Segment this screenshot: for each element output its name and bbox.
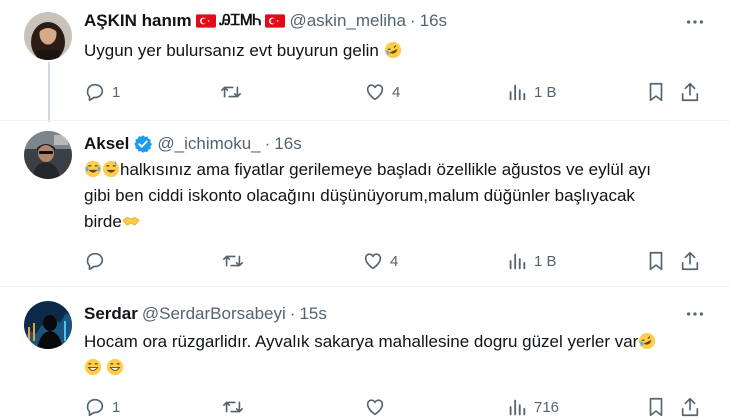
views-button[interactable]: 1 B bbox=[506, 80, 557, 104]
rofl-emoji-icon bbox=[639, 332, 656, 350]
share-button[interactable] bbox=[679, 80, 701, 104]
share-button[interactable] bbox=[679, 395, 701, 419]
user-handle[interactable]: @askin_meliha bbox=[289, 10, 405, 32]
tweet-text: halkısınız ama fiyatlar gerilemeye başla… bbox=[84, 157, 706, 235]
like-button[interactable] bbox=[364, 395, 392, 419]
grinning-sweat-emoji-icon bbox=[102, 160, 120, 178]
separator-dot: · bbox=[264, 134, 271, 153]
timestamp[interactable]: 16s bbox=[420, 10, 447, 32]
tweet-text-content: Uygun yer bulursanız evt buyurun gelin bbox=[84, 41, 379, 60]
avatar[interactable] bbox=[24, 301, 72, 349]
grinning-emoji-icon bbox=[106, 358, 124, 376]
more-icon[interactable] bbox=[684, 303, 706, 325]
display-name-extra: ᎯᏆᎷᏂ bbox=[219, 12, 262, 29]
reply-count: 1 bbox=[112, 83, 121, 101]
separator-dot: · bbox=[409, 11, 416, 30]
retweet-icon bbox=[221, 86, 241, 98]
like-count: 4 bbox=[392, 83, 401, 101]
joy-emoji-icon bbox=[84, 160, 102, 178]
like-count: 4 bbox=[390, 252, 399, 270]
tweet-text-line: gibi ben ciddi iskonto olacağını düşünüy… bbox=[84, 186, 635, 205]
retweet-button[interactable] bbox=[220, 80, 248, 104]
views-button[interactable]: 1 B bbox=[506, 249, 557, 273]
display-name[interactable]: Serdar bbox=[84, 303, 138, 325]
tweet-text-line: halkısınız ama fiyatlar gerilemeye başla… bbox=[84, 157, 706, 183]
tweet-text-content: halkısınız ama fiyatlar gerilemeye başla… bbox=[120, 160, 652, 179]
bookmark-button[interactable] bbox=[645, 249, 667, 273]
reply-button[interactable] bbox=[84, 249, 112, 273]
grinning-emoji-icon bbox=[84, 358, 102, 376]
tweet-3[interactable]: Serdar @SerdarBorsabeyi · 15s Hocam ora … bbox=[0, 287, 730, 420]
tweet-header: AŞKIN hanım ᎯᏆᎷᏂ @askin_meliha · 16s bbox=[84, 10, 447, 32]
tweet-actions: 1 716 bbox=[84, 395, 710, 419]
heart-icon bbox=[366, 399, 384, 416]
views-count: 1 B bbox=[534, 252, 557, 270]
timestamp[interactable]: 15s bbox=[299, 303, 326, 325]
like-button[interactable]: 4 bbox=[362, 249, 398, 273]
tweet-header: Aksel @_ichimoku_ · 16s bbox=[84, 133, 302, 155]
like-button[interactable]: 4 bbox=[364, 80, 400, 104]
tweet-header: Serdar @SerdarBorsabeyi · 15s bbox=[84, 303, 327, 325]
heart-icon bbox=[364, 253, 382, 270]
views-count: 716 bbox=[534, 398, 560, 416]
retweet-icon bbox=[223, 255, 243, 267]
verified-badge-icon bbox=[134, 135, 153, 153]
reply-icon bbox=[86, 83, 104, 102]
tweet-text: Hocam ora rüzgarlidır. Ayvalık sakarya m… bbox=[84, 329, 706, 381]
avatar[interactable] bbox=[24, 131, 72, 179]
timestamp[interactable]: 16s bbox=[274, 133, 301, 155]
turkey-flag-icon bbox=[265, 14, 286, 28]
display-name[interactable]: Aksel bbox=[84, 133, 129, 155]
share-icon bbox=[681, 251, 699, 271]
bookmark-button[interactable] bbox=[645, 80, 667, 104]
rofl-emoji-icon bbox=[384, 41, 401, 59]
reply-count: 1 bbox=[112, 398, 121, 416]
tweet-text-line bbox=[84, 355, 706, 381]
reply-icon bbox=[86, 398, 104, 417]
tweet-text-line: Hocam ora rüzgarlidır. Ayvalık sakarya m… bbox=[84, 329, 706, 355]
display-name[interactable]: AŞKIN hanım bbox=[84, 10, 192, 32]
retweet-button[interactable] bbox=[222, 395, 250, 419]
views-icon bbox=[509, 253, 526, 270]
views-count: 1 B bbox=[534, 83, 557, 101]
reply-icon bbox=[86, 252, 104, 271]
reply-button[interactable]: 1 bbox=[84, 395, 120, 419]
tweet-text-content: Hocam ora rüzgarlidır. Ayvalık sakarya m… bbox=[84, 332, 639, 351]
bookmark-button[interactable] bbox=[645, 395, 667, 419]
thread-line bbox=[48, 62, 50, 122]
share-icon bbox=[681, 82, 699, 102]
tweet-1[interactable]: AŞKIN hanım ᎯᏆᎷᏂ @askin_meliha · 16s Uyg… bbox=[0, 0, 730, 122]
turkey-flag-icon bbox=[195, 14, 216, 28]
views-icon bbox=[509, 84, 526, 101]
views-button[interactable]: 716 bbox=[506, 395, 559, 419]
more-icon[interactable] bbox=[684, 11, 706, 33]
retweet-button[interactable] bbox=[222, 249, 250, 273]
user-handle[interactable]: @SerdarBorsabeyi bbox=[142, 303, 286, 325]
tweet-text-content: birde bbox=[84, 212, 122, 231]
handshake-emoji-icon bbox=[122, 216, 140, 226]
share-icon bbox=[681, 397, 699, 417]
avatar[interactable] bbox=[24, 12, 72, 60]
tweet-text-line: birde bbox=[84, 209, 706, 235]
bookmark-icon bbox=[649, 82, 663, 102]
bookmark-icon bbox=[649, 397, 663, 417]
tweet-actions: 1 4 1 B bbox=[84, 80, 710, 104]
retweet-icon bbox=[223, 401, 243, 413]
heart-icon bbox=[366, 84, 384, 101]
views-icon bbox=[509, 399, 526, 416]
separator-dot: · bbox=[289, 304, 296, 323]
tweet-2[interactable]: Aksel @_ichimoku_ · 16s halkısınız ama f… bbox=[0, 121, 730, 286]
share-button[interactable] bbox=[679, 249, 701, 273]
user-handle[interactable]: @_ichimoku_ bbox=[157, 133, 260, 155]
reply-button[interactable]: 1 bbox=[84, 80, 120, 104]
tweet-text: Uygun yer bulursanız evt buyurun gelin bbox=[84, 38, 706, 64]
tweet-actions: 4 1 B bbox=[84, 249, 710, 273]
bookmark-icon bbox=[649, 251, 663, 271]
